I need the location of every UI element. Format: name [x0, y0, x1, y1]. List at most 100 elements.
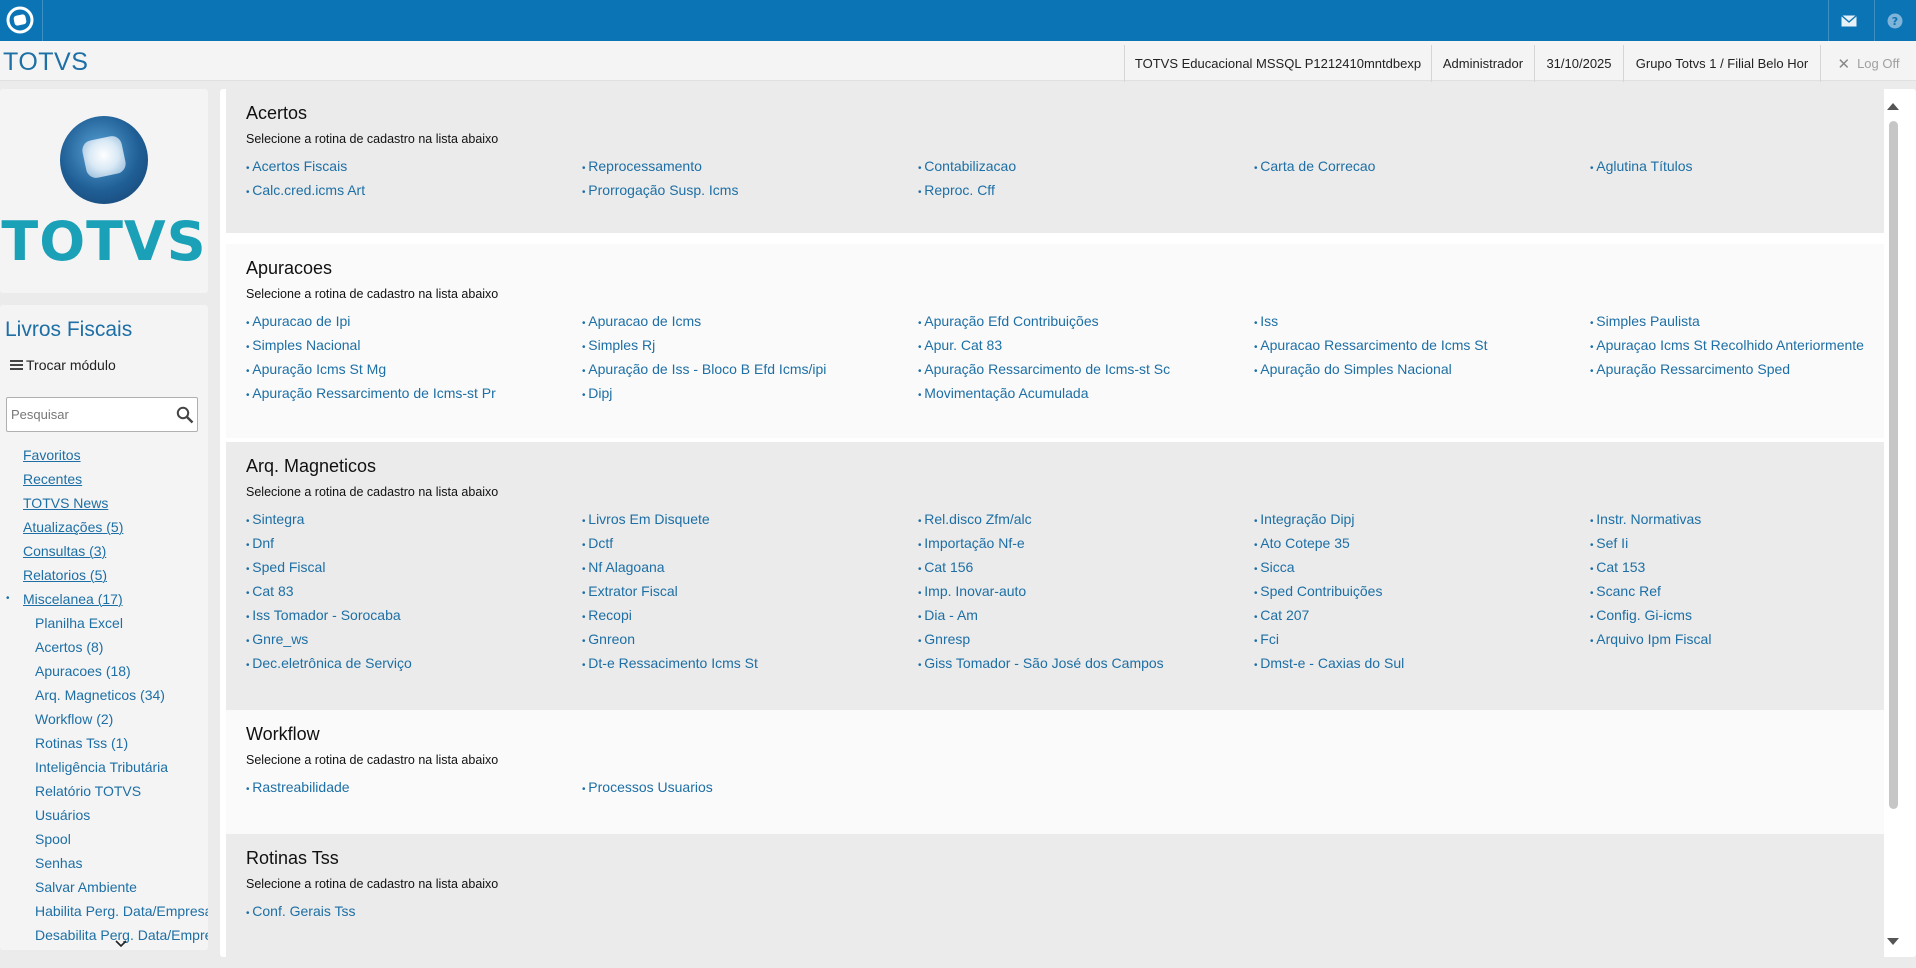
routine-link[interactable]: Apur. Cat 83 — [918, 333, 1254, 357]
routine-link[interactable]: Importação Nf-e — [918, 531, 1254, 555]
routine-link[interactable]: Dec.eletrônica de Serviço — [246, 651, 582, 675]
routine-link[interactable]: Simples Paulista — [1590, 309, 1916, 333]
routine-link[interactable]: Apuraçao Icms St Recolhido Anteriormente — [1590, 333, 1916, 357]
routine-link[interactable]: Recopi — [582, 603, 918, 627]
totvs-logo-icon[interactable] — [4, 4, 36, 36]
routine-link[interactable]: Sef Ii — [1590, 531, 1916, 555]
sidebar-item[interactable]: • Miscelanea (17) — [0, 587, 208, 611]
routine-link[interactable]: Iss Tomador - Sorocaba — [246, 603, 582, 627]
routine-link[interactable]: Reprocessamento — [582, 154, 918, 178]
routine-link[interactable]: Sped Contribuições — [1254, 579, 1590, 603]
routine-link[interactable]: Apuracao de Ipi — [246, 309, 582, 333]
routine-link[interactable]: Fci — [1254, 627, 1590, 651]
routine-link[interactable]: Instr. Normativas — [1590, 507, 1916, 531]
routine-link[interactable]: Giss Tomador - São José dos Campos — [918, 651, 1254, 675]
routine-link[interactable]: Apuração de Iss - Bloco B Efd Icms/ipi — [582, 357, 918, 381]
routine-link[interactable]: Gnresp — [918, 627, 1254, 651]
routine-link[interactable]: Simples Nacional — [246, 333, 582, 357]
sidebar-item[interactable]: Spool — [0, 827, 208, 851]
routine-link[interactable]: Rastreabilidade — [246, 775, 582, 799]
search-input[interactable] — [7, 398, 167, 431]
routine-link[interactable]: Apuração do Simples Nacional — [1254, 357, 1590, 381]
routine-link[interactable]: Aglutina Títulos — [1590, 154, 1916, 178]
routine-link[interactable]: Dnf — [246, 531, 582, 555]
routine-link[interactable]: Dt-e Ressacimento Icms St — [582, 651, 918, 675]
sidebar-item[interactable]: Salvar Ambiente — [0, 875, 208, 899]
routine-link[interactable]: Scanc Ref — [1590, 579, 1916, 603]
routine-link[interactable]: Contabilizacao — [918, 154, 1254, 178]
sidebar-item[interactable]: Relatorios (5) — [0, 563, 208, 587]
sidebar-item[interactable]: Senhas — [0, 851, 208, 875]
routine-link[interactable]: Cat 156 — [918, 555, 1254, 579]
routine-link[interactable]: Dia - Am — [918, 603, 1254, 627]
routine-link[interactable]: Processos Usuarios — [582, 775, 918, 799]
environment-info[interactable]: TOTVS Educacional MSSQL P1212410mntdbexp — [1124, 45, 1431, 82]
sidebar-item[interactable]: Consultas (3) — [0, 539, 208, 563]
routine-link[interactable]: Livros Em Disquete — [582, 507, 918, 531]
sidebar-item[interactable]: Relatório TOTVS — [0, 779, 208, 803]
sidebar-item[interactable]: Usuários — [0, 803, 208, 827]
routine-link[interactable]: Sintegra — [246, 507, 582, 531]
routine-link[interactable]: Cat 83 — [246, 579, 582, 603]
routine-link[interactable]: Dmst-e - Caxias do Sul — [1254, 651, 1590, 675]
routine-link[interactable]: Apuração Efd Contribuições — [918, 309, 1254, 333]
sidebar-item[interactable]: Acertos (8) — [0, 635, 208, 659]
routine-link[interactable]: Sped Fiscal — [246, 555, 582, 579]
sidebar-item[interactable]: Atualizações (5) — [0, 515, 208, 539]
routine-link[interactable]: Prorrogação Susp. Icms — [582, 178, 918, 202]
help-button[interactable]: ? — [1874, 0, 1915, 41]
sidebar-item[interactable]: Arq. Magneticos (34) — [0, 683, 208, 707]
routine-link[interactable]: Apuracao Ressarcimento de Icms St — [1254, 333, 1590, 357]
routine-link[interactable]: Apuração Ressarcimento de Icms-st Sc — [918, 357, 1254, 381]
routine-link[interactable]: Calc.cred.icms Art — [246, 178, 582, 202]
routine-link[interactable]: Carta de Correcao — [1254, 154, 1590, 178]
routine-link[interactable]: Gnreon — [582, 627, 918, 651]
sidebar-item[interactable]: Favoritos — [0, 443, 208, 467]
routine-link[interactable]: Acertos Fiscais — [246, 154, 582, 178]
sidebar-item[interactable]: Desabilita Perg. Data/Empresa — [0, 923, 208, 947]
routine-link[interactable]: Nf Alagoana — [582, 555, 918, 579]
branch-info[interactable]: Grupo Totvs 1 / Filial Belo Hor — [1623, 45, 1820, 82]
routine-link[interactable]: Gnre_ws — [246, 627, 582, 651]
scrollbar-thumb[interactable] — [1889, 121, 1898, 809]
routine-link[interactable]: Arquivo Ipm Fiscal — [1590, 627, 1916, 651]
sidebar-item[interactable]: Recentes — [0, 467, 208, 491]
search-icon[interactable] — [176, 406, 194, 424]
routine-link[interactable]: Cat 207 — [1254, 603, 1590, 627]
routine-link[interactable]: Apuração Ressarcimento Sped — [1590, 357, 1916, 381]
routine-link[interactable]: Apuracao de Icms — [582, 309, 918, 333]
routine-link[interactable]: Apuração Icms St Mg — [246, 357, 582, 381]
routine-link[interactable]: Reproc. Cff — [918, 178, 1254, 202]
routine-link[interactable]: Dipj — [582, 381, 918, 405]
logoff-button[interactable]: ✕ Log Off — [1820, 45, 1916, 82]
routine-link[interactable]: Movimentação Acumulada — [918, 381, 1254, 405]
sidebar-item[interactable]: TOTVS News — [0, 491, 208, 515]
sidebar-item[interactable]: Rotinas Tss (1) — [0, 731, 208, 755]
routine-link[interactable]: Simples Rj — [582, 333, 918, 357]
routine-link[interactable]: Dctf — [582, 531, 918, 555]
main-scrollbar[interactable] — [1883, 97, 1903, 957]
routine-link[interactable]: Extrator Fiscal — [582, 579, 918, 603]
routine-link[interactable]: Imp. Inovar-auto — [918, 579, 1254, 603]
routine-link[interactable]: Iss — [1254, 309, 1590, 333]
routine-link[interactable]: Apuração Ressarcimento de Icms-st Pr — [246, 381, 582, 405]
sidebar-item[interactable]: Inteligência Tributária — [0, 755, 208, 779]
routine-link[interactable]: Rel.disco Zfm/alc — [918, 507, 1254, 531]
chevron-down-icon[interactable] — [115, 940, 127, 948]
user-info[interactable]: Administrador — [1431, 45, 1534, 82]
scroll-up-icon[interactable] — [1886, 101, 1900, 111]
date-info[interactable]: 31/10/2025 — [1534, 45, 1623, 82]
scroll-down-icon[interactable] — [1886, 937, 1900, 947]
routine-link[interactable]: Ato Cotepe 35 — [1254, 531, 1590, 555]
routine-link[interactable]: Integração Dipj — [1254, 507, 1590, 531]
routine-link[interactable]: Conf. Gerais Tss — [246, 899, 582, 923]
routine-link[interactable]: Sicca — [1254, 555, 1590, 579]
sidebar-item[interactable]: Planilha Excel — [0, 611, 208, 635]
sidebar-item[interactable]: Habilita Perg. Data/Empresa — [0, 899, 208, 923]
routine-link[interactable]: Cat 153 — [1590, 555, 1916, 579]
sidebar-item[interactable]: Workflow (2) — [0, 707, 208, 731]
switch-module-button[interactable]: Trocar módulo — [10, 357, 116, 373]
routine-link[interactable]: Config. Gi-icms — [1590, 603, 1916, 627]
mail-button[interactable] — [1828, 0, 1869, 41]
sidebar-item[interactable]: Apuracoes (18) — [0, 659, 208, 683]
